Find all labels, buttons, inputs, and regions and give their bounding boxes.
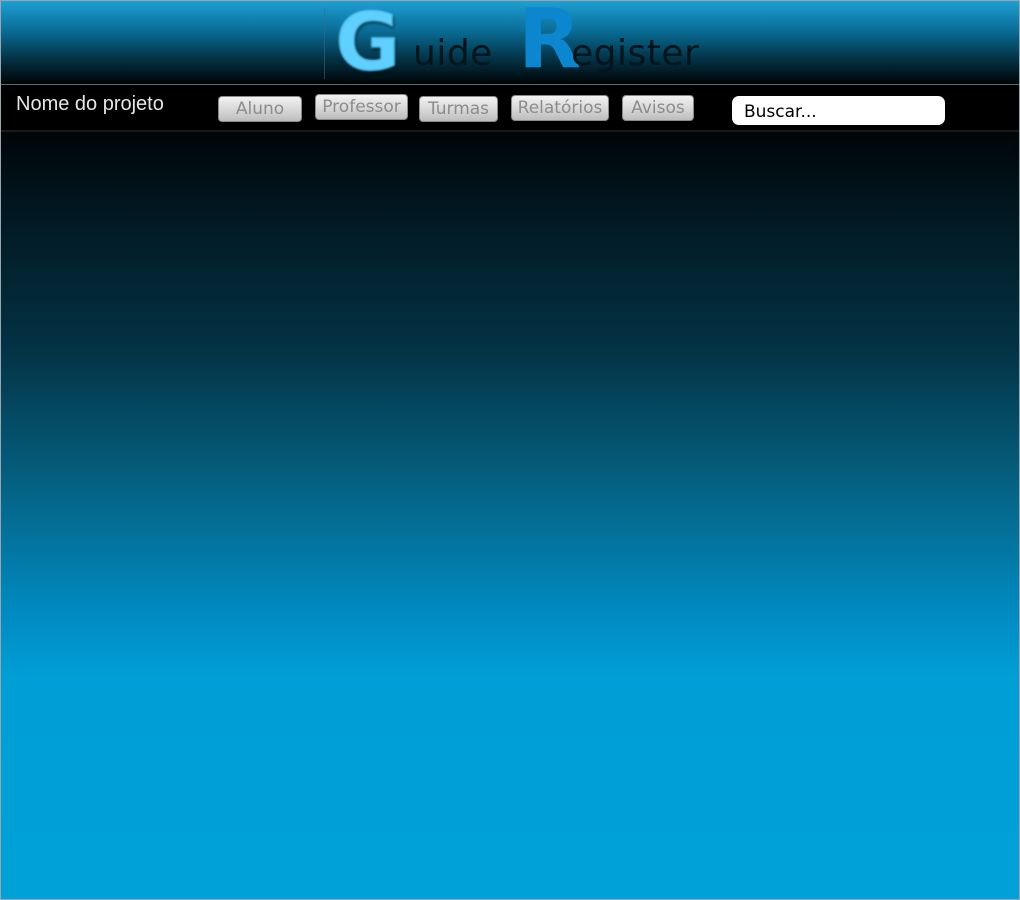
- logo-text-egister: egister: [571, 33, 700, 74]
- project-name[interactable]: Nome do projeto: [16, 93, 164, 116]
- nav-button-professor[interactable]: Professor: [315, 94, 408, 120]
- header: G uide R egister: [1, 1, 1019, 85]
- nav-button-aluno[interactable]: Aluno: [218, 96, 302, 122]
- guide-register-logo[interactable]: G uide R egister: [335, 0, 699, 89]
- logo-text-uide: uide: [413, 33, 493, 74]
- logo-divider: [324, 7, 325, 79]
- navbar: Nome do projeto Aluno Professor Turmas R…: [1, 85, 1019, 132]
- search-input[interactable]: [732, 96, 945, 125]
- logo-initial-g: G: [335, 0, 401, 89]
- main-content: [1, 132, 1019, 899]
- nav-button-avisos[interactable]: Avisos: [622, 95, 694, 121]
- nav-button-turmas[interactable]: Turmas: [419, 96, 498, 122]
- nav-button-relatorios[interactable]: Relatórios: [511, 95, 609, 121]
- page: G uide R egister Nome do projeto Aluno P…: [0, 0, 1020, 900]
